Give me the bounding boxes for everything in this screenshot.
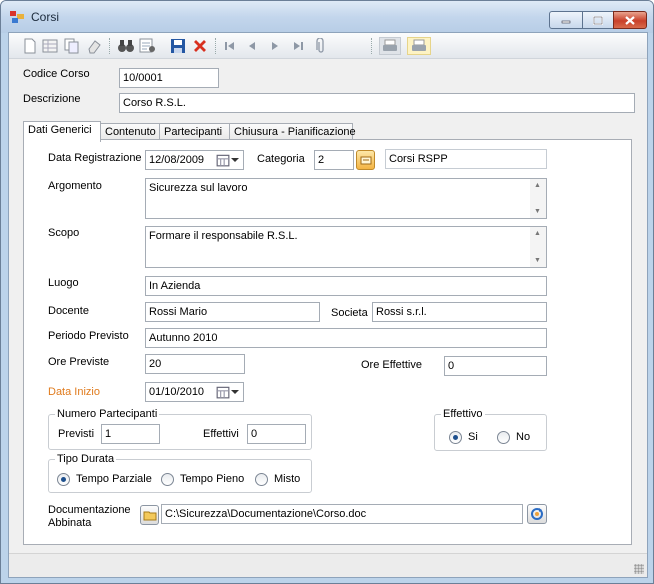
- minimize-icon: [561, 20, 571, 24]
- maximize-icon: [593, 15, 603, 25]
- client-area: Codice Corso 10/0001 Descrizione Corso R…: [8, 32, 648, 578]
- scopo-textarea[interactable]: Formare il responsabile R.S.L. ▲ ▼: [145, 226, 547, 268]
- effettivo-si-label: Si: [468, 431, 478, 443]
- open-folder-button[interactable]: [140, 505, 159, 525]
- scopo-scrollbar[interactable]: ▲ ▼: [530, 227, 546, 267]
- tipo-durata-title: Tipo Durata: [55, 453, 117, 465]
- argomento-label: Argomento: [48, 180, 102, 192]
- luogo-field[interactable]: In Azienda: [145, 276, 547, 296]
- window-title: Corsi: [31, 10, 60, 24]
- societa-label: Societa: [331, 307, 368, 319]
- resize-grip-icon[interactable]: [634, 564, 644, 574]
- effettivo-no-label: No: [516, 431, 531, 443]
- print-preview-icon[interactable]: [407, 37, 431, 55]
- toolbar: [9, 33, 647, 59]
- effettivi-field[interactable]: 0: [247, 424, 306, 444]
- ore-previste-field[interactable]: 20: [145, 354, 245, 374]
- grid-icon[interactable]: [41, 37, 59, 55]
- data-registrazione-picker[interactable]: 12/08/2009: [145, 150, 244, 170]
- numero-partecipanti-group: Numero Partecipanti Previsti 1 Effettivi…: [48, 408, 312, 450]
- data-inizio-picker[interactable]: 01/10/2010: [145, 382, 244, 402]
- scopo-label: Scopo: [48, 227, 80, 239]
- maximize-button[interactable]: [582, 11, 614, 29]
- close-icon: [625, 15, 635, 25]
- argomento-scrollbar[interactable]: ▲ ▼: [530, 179, 546, 218]
- find-record-icon[interactable]: [139, 37, 157, 55]
- binoculars-icon[interactable]: [117, 37, 135, 55]
- ore-previste-label: Ore Previste: [48, 356, 110, 368]
- minimize-button[interactable]: [549, 11, 583, 29]
- effettivo-no-radio[interactable]: [497, 431, 510, 444]
- data-registrazione-value: 12/08/2009: [149, 154, 205, 166]
- abbinata-label: Abbinata: [48, 517, 92, 529]
- scopo-value: Formare il responsabile R.S.L.: [149, 230, 298, 242]
- tempo-pieno-radio[interactable]: [161, 473, 174, 486]
- tab-panel-dati-generici: Data Registrazione 12/08/2009 Categoria …: [23, 139, 632, 545]
- categoria-lookup-button[interactable]: [356, 150, 375, 170]
- data-inizio-label: Data Inizio: [48, 386, 100, 398]
- new-icon[interactable]: [21, 37, 39, 55]
- codice-corso-label: Codice Corso: [23, 68, 90, 80]
- print-icon[interactable]: [379, 37, 401, 55]
- app-icon: [10, 11, 24, 23]
- refresh-icon: [531, 508, 543, 520]
- save-icon[interactable]: [169, 37, 187, 55]
- misto-radio[interactable]: [255, 473, 268, 486]
- folder-icon: [143, 511, 156, 521]
- categoria-code-field[interactable]: 2: [314, 150, 354, 170]
- luogo-label: Luogo: [48, 277, 79, 289]
- main-window: Corsi Codice Corso 10/0001 Descrizione C…: [0, 0, 654, 584]
- categoria-label: Categoria: [257, 153, 305, 165]
- attach-icon[interactable]: [312, 37, 330, 55]
- lookup-icon: [360, 156, 371, 165]
- status-bar: [9, 553, 647, 577]
- tempo-pieno-label: Tempo Pieno: [180, 473, 245, 485]
- next-icon[interactable]: [266, 37, 284, 55]
- title-bar[interactable]: Corsi: [1, 1, 653, 33]
- docente-field[interactable]: Rossi Mario: [145, 302, 320, 322]
- ore-effettive-field[interactable]: 0: [444, 356, 547, 376]
- previsti-label: Previsti: [58, 428, 95, 440]
- tempo-parziale-radio[interactable]: [57, 473, 70, 486]
- effettivo-title: Effettivo: [441, 408, 485, 420]
- eraser-icon[interactable]: [85, 37, 103, 55]
- tab-dati-generici[interactable]: Dati Generici: [23, 121, 101, 142]
- categoria-name-field: Corsi RSPP: [385, 149, 547, 169]
- first-icon[interactable]: [221, 37, 239, 55]
- data-inizio-value: 01/10/2010: [149, 386, 205, 398]
- calendar-icon: [216, 154, 230, 167]
- previous-icon[interactable]: [243, 37, 261, 55]
- codice-corso-field[interactable]: 10/0001: [119, 68, 219, 88]
- ore-effettive-label: Ore Effettive: [361, 359, 422, 371]
- chevron-down-icon: [231, 158, 239, 162]
- tempo-parziale-label: Tempo Parziale: [76, 473, 152, 485]
- documentazione-label: Documentazione: [48, 504, 131, 516]
- copy-icon[interactable]: [63, 37, 81, 55]
- tipo-durata-group: Tipo Durata Tempo Parziale Tempo Pieno M…: [48, 453, 312, 493]
- societa-field[interactable]: Rossi s.r.l.: [372, 302, 547, 322]
- close-button[interactable]: [613, 11, 647, 29]
- misto-label: Misto: [274, 473, 301, 485]
- periodo-previsto-label: Periodo Previsto: [48, 330, 129, 342]
- chevron-down-icon: [231, 390, 239, 394]
- docente-label: Docente: [48, 305, 89, 317]
- last-icon[interactable]: [289, 37, 307, 55]
- descrizione-field[interactable]: Corso R.S.L.: [119, 93, 635, 113]
- periodo-previsto-field[interactable]: Autunno 2010: [145, 328, 547, 348]
- calendar-icon: [216, 386, 230, 399]
- numero-partecipanti-title: Numero Partecipanti: [55, 408, 160, 420]
- effettivi-label: Effettivi: [203, 428, 239, 440]
- argomento-textarea[interactable]: Sicurezza sul lavoro ▲ ▼: [145, 178, 547, 219]
- effettivo-si-radio[interactable]: [449, 431, 462, 444]
- argomento-value: Sicurezza sul lavoro: [149, 182, 248, 194]
- data-registrazione-label: Data Registrazione: [48, 152, 142, 164]
- open-document-button[interactable]: [527, 504, 547, 524]
- effettivo-group: Effettivo Si No: [434, 408, 547, 451]
- delete-icon[interactable]: [191, 37, 209, 55]
- previsti-field[interactable]: 1: [101, 424, 160, 444]
- documentazione-path-field[interactable]: C:\Sicurezza\Documentazione\Corso.doc: [161, 504, 523, 524]
- descrizione-label: Descrizione: [23, 93, 81, 105]
